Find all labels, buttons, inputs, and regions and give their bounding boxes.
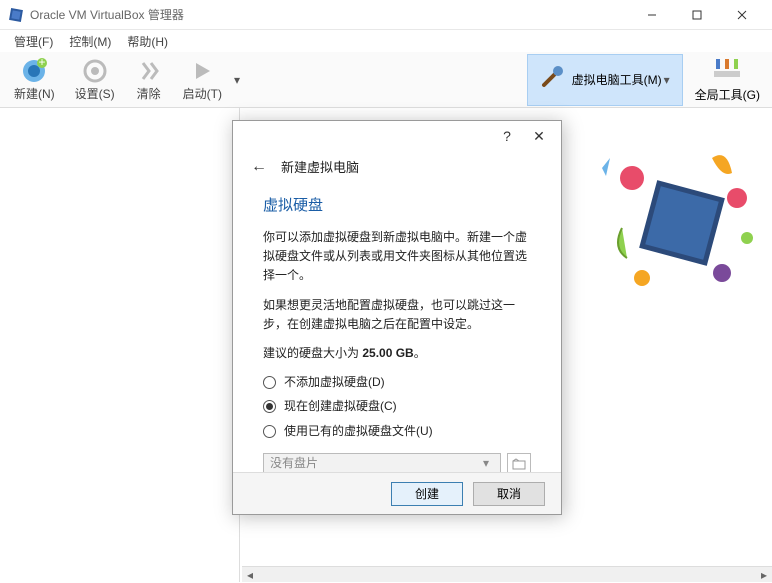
radio-existing-disk[interactable]: 使用已有的虚拟硬盘文件(U) <box>263 422 531 441</box>
global-tools-button[interactable]: 全局工具(G) <box>687 54 768 106</box>
browse-disk-button[interactable] <box>507 453 531 472</box>
start-button[interactable]: 启动(T) <box>173 55 232 104</box>
radio-no-disk[interactable]: 不添加虚拟硬盘(D) <box>263 373 531 392</box>
create-vm-dialog: ? ✕ ← 新建虚拟电脑 虚拟硬盘 你可以添加虚拟硬盘到新虚拟电脑中。新建一个虚… <box>232 120 562 515</box>
global-tools-icon <box>712 57 742 86</box>
horizontal-scrollbar[interactable]: ◂ ▸ <box>242 566 772 582</box>
dialog-help-button[interactable]: ? <box>491 123 523 149</box>
titlebar: Oracle VM VirtualBox 管理器 <box>0 0 772 30</box>
scroll-right-icon[interactable]: ▸ <box>756 567 772 583</box>
close-button[interactable] <box>719 0 764 30</box>
new-button[interactable]: + 新建(N) <box>4 55 65 104</box>
settings-label: 设置(S) <box>75 85 115 102</box>
svg-text:+: + <box>39 57 46 69</box>
dialog-para1: 你可以添加虚拟硬盘到新虚拟电脑中。新建一个虚拟硬盘文件或从列表或用文件夹图标从其… <box>263 228 531 286</box>
dialog-titlebar: ? ✕ <box>233 121 561 151</box>
dialog-body: 虚拟硬盘 你可以添加虚拟硬盘到新虚拟电脑中。新建一个虚拟硬盘文件或从列表或用文件… <box>233 188 561 472</box>
mascot-image <box>592 128 762 308</box>
back-icon[interactable]: ← <box>251 158 271 176</box>
start-dropdown-icon[interactable]: ▾ <box>232 73 242 87</box>
radio-create-disk[interactable]: 现在创建虚拟硬盘(C) <box>263 397 531 416</box>
disk-radio-group: 不添加虚拟硬盘(D) 现在创建虚拟硬盘(C) 使用已有的虚拟硬盘文件(U) <box>263 373 531 441</box>
cancel-button[interactable]: 取消 <box>473 482 545 506</box>
dialog-recommend: 建议的硬盘大小为 25.00 GB。 <box>263 344 531 363</box>
maximize-button[interactable] <box>674 0 719 30</box>
disk-file-select: 没有盘片 ▾ <box>263 453 501 472</box>
minimize-button[interactable] <box>629 0 674 30</box>
window-title: Oracle VM VirtualBox 管理器 <box>30 6 629 23</box>
discard-icon <box>135 57 163 85</box>
disk-file-placeholder: 没有盘片 <box>270 454 478 472</box>
settings-button[interactable]: 设置(S) <box>65 55 125 104</box>
menu-control[interactable]: 控制(M) <box>61 31 119 52</box>
scroll-left-icon[interactable]: ◂ <box>242 567 258 583</box>
vm-tools-label: 虚拟电脑工具(M) <box>572 71 662 88</box>
start-label: 启动(T) <box>183 85 222 102</box>
start-icon <box>188 57 216 85</box>
create-button[interactable]: 创建 <box>391 482 463 506</box>
vm-tools-dropdown-icon[interactable]: ▾ <box>662 73 672 87</box>
recommend-size: 25.00 GB <box>362 346 413 360</box>
gear-icon <box>81 57 109 85</box>
dialog-close-button[interactable]: ✕ <box>523 123 555 149</box>
vm-tools-button[interactable]: 虚拟电脑工具(M) ▾ <box>527 54 683 106</box>
vm-list-sidebar <box>0 108 240 582</box>
dialog-wizard-title: 新建虚拟电脑 <box>281 157 359 176</box>
new-icon: + <box>20 57 48 85</box>
new-label: 新建(N) <box>14 85 55 102</box>
chevron-down-icon: ▾ <box>478 454 494 472</box>
toolbar: + 新建(N) 设置(S) 清除 启动(T) ▾ 虚拟电脑工具(M) ▾ 全局工… <box>0 52 772 108</box>
discard-label: 清除 <box>137 85 161 102</box>
dialog-footer: 创建 取消 <box>233 472 561 514</box>
dialog-para2: 如果想更灵活地配置虚拟硬盘，也可以跳过这一步，在创建虚拟电脑之后在配置中设定。 <box>263 296 531 334</box>
app-icon <box>8 7 24 23</box>
dialog-header: ← 新建虚拟电脑 <box>233 151 561 188</box>
existing-disk-row: 没有盘片 ▾ <box>263 453 531 472</box>
global-tools-label: 全局工具(G) <box>695 86 760 103</box>
menu-manage[interactable]: 管理(F) <box>6 31 61 52</box>
section-title: 虚拟硬盘 <box>263 194 531 218</box>
discard-button[interactable]: 清除 <box>125 55 173 104</box>
vm-tools-icon <box>538 63 568 96</box>
menubar: 管理(F) 控制(M) 帮助(H) <box>0 30 772 52</box>
menu-help[interactable]: 帮助(H) <box>119 31 176 52</box>
